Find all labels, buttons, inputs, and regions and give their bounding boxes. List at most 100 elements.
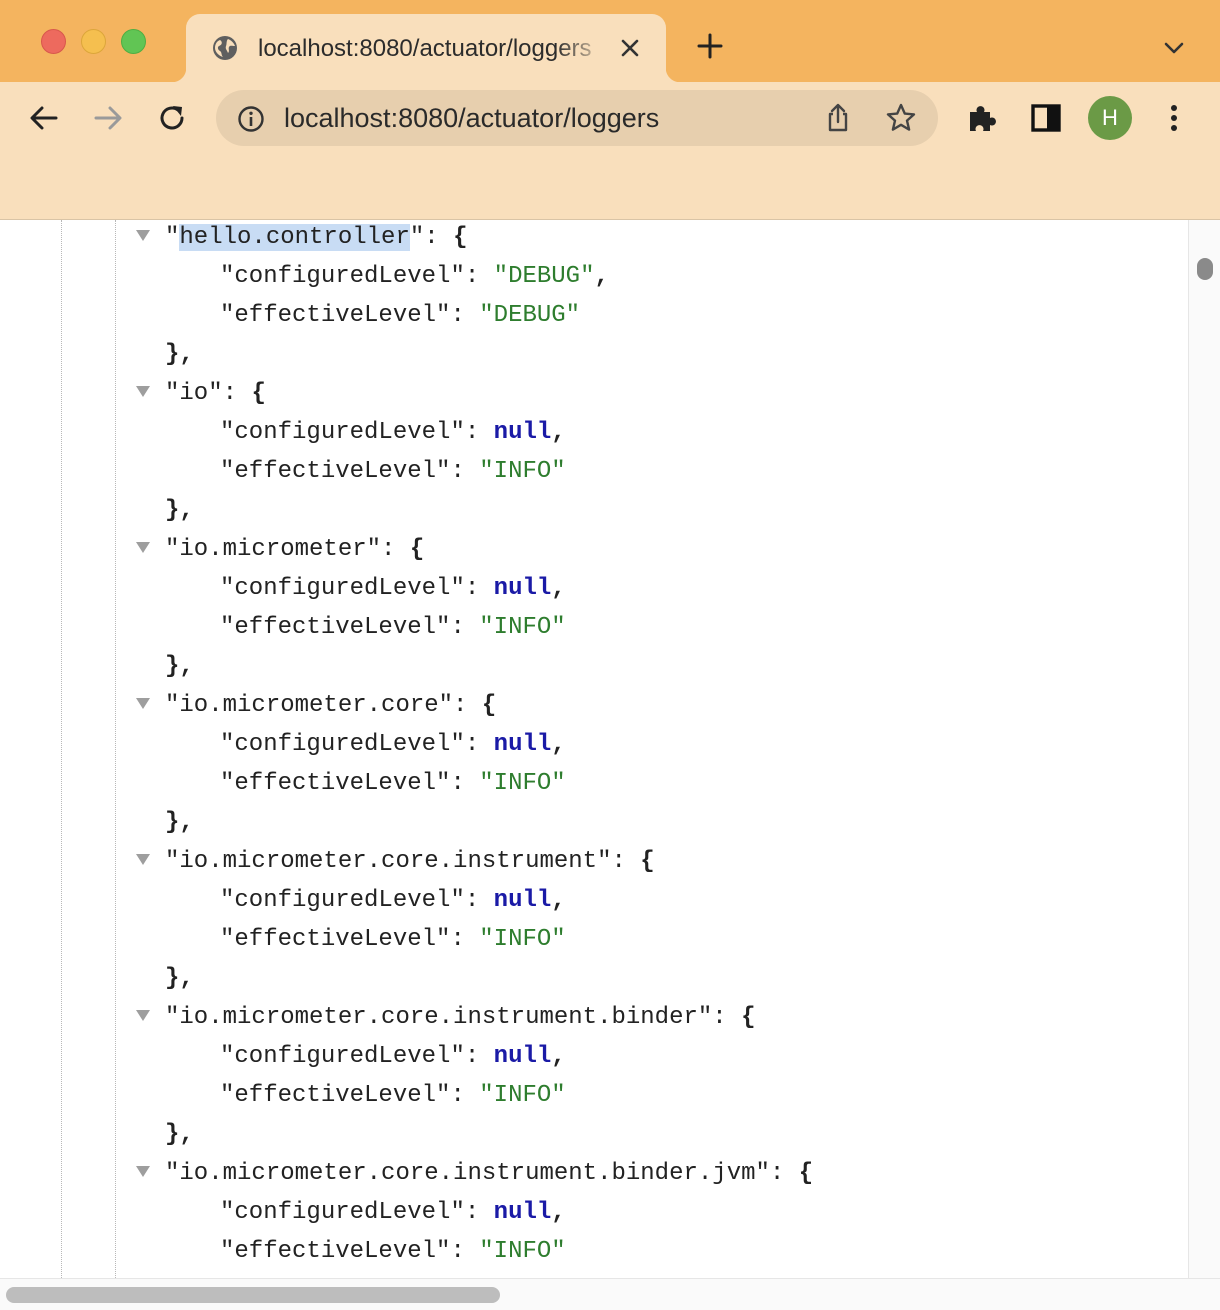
configured-level-row: "configuredLevel": null,	[220, 1199, 566, 1226]
field-name: effectiveLevel	[234, 1238, 437, 1265]
configured-level-row: "configuredLevel": null,	[220, 887, 566, 914]
field-name: effectiveLevel	[234, 614, 437, 641]
brace-open: {	[481, 692, 497, 719]
tab-title: localhost:8080/actuator/loggers	[258, 35, 592, 62]
plus-icon[interactable]	[694, 30, 726, 62]
brace-close: },	[165, 653, 194, 680]
info-icon[interactable]	[236, 104, 266, 134]
effective-level-value: "INFO"	[479, 458, 566, 485]
effective-level-row: "effectiveLevel": "INFO"	[220, 614, 566, 641]
collapse-triangle-icon[interactable]	[136, 1010, 150, 1021]
reload-icon[interactable]	[154, 100, 190, 136]
json-key: io.micrometer.core.instrument	[179, 848, 598, 875]
globe-icon	[213, 36, 237, 60]
json-key: io	[179, 380, 209, 407]
configured-level-value: null	[493, 1043, 552, 1070]
address-url: localhost:8080/actuator/loggers	[284, 103, 660, 133]
effective-level-value: "INFO"	[479, 770, 566, 797]
arrow-right-icon[interactable]	[90, 100, 126, 136]
comma: ,	[551, 1043, 566, 1070]
star-icon[interactable]	[884, 101, 918, 135]
horizontal-scrollbar[interactable]	[0, 1278, 1220, 1310]
brace-close-line: },	[165, 491, 194, 530]
side-panel-icon[interactable]	[1028, 100, 1064, 136]
brace-close-line: },	[165, 959, 194, 998]
arrow-left-icon[interactable]	[26, 100, 62, 136]
field-name: configuredLevel	[234, 887, 451, 914]
collapse-triangle-icon[interactable]	[136, 230, 150, 241]
json-object-key-line[interactable]: "io": {	[136, 374, 266, 413]
indent-guide	[115, 220, 116, 1278]
minimize-window-button[interactable]	[81, 29, 106, 54]
json-object-key-line[interactable]: "io.micrometer.core": {	[136, 686, 497, 725]
field-name: effectiveLevel	[234, 770, 437, 797]
configured-level-value: null	[493, 1199, 552, 1226]
vertical-scrollbar[interactable]	[1188, 220, 1220, 1278]
tab-active[interactable]: localhost:8080/actuator/loggers	[172, 14, 680, 82]
json-object-key-line[interactable]: "hello.controller": {	[136, 220, 468, 257]
address-bar[interactable]: localhost:8080/actuator/loggers	[216, 90, 938, 146]
collapse-triangle-icon[interactable]	[136, 386, 150, 397]
brace-open: {	[741, 1004, 756, 1031]
effective-level-row: "effectiveLevel": "INFO"	[220, 1238, 566, 1265]
close-window-button[interactable]	[41, 29, 66, 54]
configured-level-row: "configuredLevel": null,	[220, 731, 566, 758]
configured-level-value: null	[493, 731, 552, 758]
brace-close-line: },	[165, 335, 194, 374]
share-icon[interactable]	[822, 102, 854, 134]
comma: ,	[551, 1199, 566, 1226]
brace-close: },	[165, 341, 194, 368]
configured-level-row: "configuredLevel": "DEBUG",	[220, 263, 609, 290]
effective-level-row: "effectiveLevel": "INFO"	[220, 926, 566, 953]
configured-level-row: "configuredLevel": null,	[220, 419, 566, 446]
json-key: io.micrometer.core.instrument.binder	[179, 1004, 698, 1031]
comma: ,	[551, 887, 566, 914]
json-object-key-line[interactable]: "io.micrometer": {	[136, 530, 425, 569]
field-name: configuredLevel	[234, 263, 451, 290]
json-viewer: "hello.controller": { "configuredLevel": …	[0, 220, 1220, 1310]
configured-level-row: "configuredLevel": null,	[220, 575, 566, 602]
effective-level-value: "INFO"	[479, 926, 566, 953]
json-object-key-line[interactable]: "io.micrometer.core.instrument": {	[136, 842, 655, 881]
effective-level-row: "effectiveLevel": "DEBUG"	[220, 302, 581, 329]
close-icon[interactable]	[618, 36, 642, 60]
comma: ,	[551, 419, 566, 446]
effective-level-value: "INFO"	[479, 614, 566, 641]
zoom-window-button[interactable]	[121, 29, 146, 54]
field-name: effectiveLevel	[234, 926, 437, 953]
horizontal-scroll-thumb[interactable]	[6, 1287, 500, 1303]
collapse-triangle-icon[interactable]	[136, 698, 150, 709]
collapse-triangle-icon[interactable]	[136, 854, 150, 865]
json-key: io.micrometer	[179, 536, 367, 563]
configured-level-value: null	[493, 887, 552, 914]
brace-open: {	[453, 224, 468, 251]
json-key: hello.controller	[179, 224, 410, 251]
brace-open: {	[409, 536, 425, 563]
field-name: configuredLevel	[234, 419, 451, 446]
effective-level-row: "effectiveLevel": "INFO"	[220, 1082, 566, 1109]
brace-close-line: },	[165, 647, 194, 686]
json-object-key-line[interactable]: "io.micrometer.core.instrument.binder.jv…	[136, 1154, 814, 1193]
field-name: effectiveLevel	[234, 458, 437, 485]
brace-open: {	[640, 848, 655, 875]
configured-level-value: "DEBUG"	[493, 263, 595, 290]
chevron-down-icon[interactable]	[1160, 34, 1188, 62]
effective-level-value: "INFO"	[479, 1238, 566, 1265]
effective-level-row: "effectiveLevel": "INFO"	[220, 458, 566, 485]
collapse-triangle-icon[interactable]	[136, 1166, 150, 1177]
effective-level-row: "effectiveLevel": "INFO"	[220, 770, 566, 797]
configured-level-value: null	[493, 419, 552, 446]
brace-open: {	[798, 1160, 814, 1187]
json-object-key-line[interactable]: "io.micrometer.core.instrument.binder": …	[136, 998, 756, 1037]
comma: ,	[551, 575, 566, 602]
field-name: configuredLevel	[234, 1043, 451, 1070]
effective-level-value: "DEBUG"	[479, 302, 581, 329]
kebab-menu-icon[interactable]	[1156, 100, 1192, 136]
collapse-triangle-icon[interactable]	[136, 542, 150, 553]
vertical-scroll-thumb[interactable]	[1197, 258, 1213, 280]
configured-level-row: "configuredLevel": null,	[220, 1043, 566, 1070]
comma: ,	[551, 731, 566, 758]
profile-avatar[interactable]: H	[1088, 96, 1132, 140]
puzzle-icon[interactable]	[964, 100, 1000, 136]
brace-close-line: },	[165, 1115, 194, 1154]
